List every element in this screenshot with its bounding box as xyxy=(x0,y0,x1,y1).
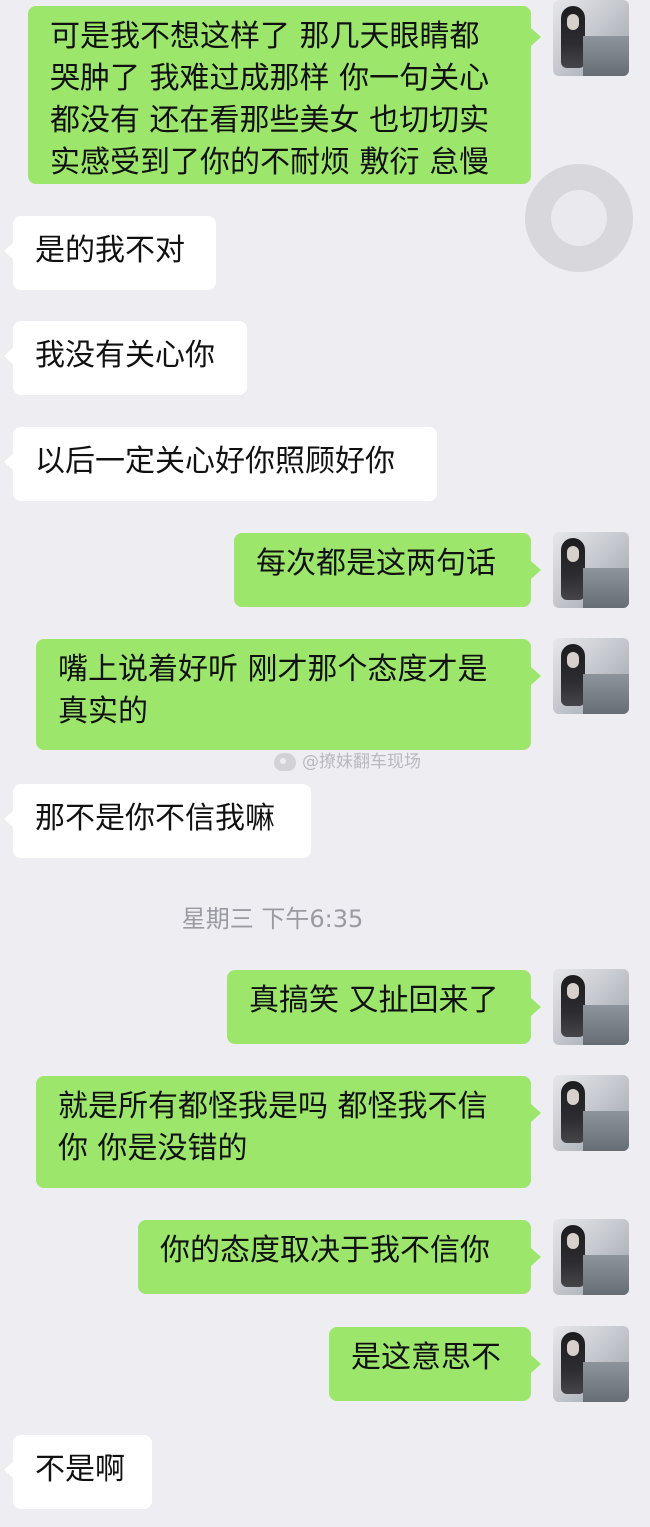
bubble-tail xyxy=(531,1248,541,1266)
watermark: @撩妹翻车现场 xyxy=(274,748,421,776)
avatar[interactable] xyxy=(553,532,629,608)
message-text: 是的我不对 xyxy=(35,233,185,268)
message-bubble: 每次都是这两句话 xyxy=(234,533,531,607)
avatar[interactable] xyxy=(553,638,629,714)
bubble-tail xyxy=(531,998,541,1016)
bubble-tail xyxy=(531,1355,541,1373)
avatar[interactable] xyxy=(553,1326,629,1402)
weibo-icon xyxy=(274,753,296,771)
message-bubble: 你的态度取决于我不信你 xyxy=(138,1220,531,1294)
message-bubble: 可是我不想这样了 那几天眼睛都哭肿了 我难过成那样 你一句关心都没有 还在看那些… xyxy=(28,6,531,184)
message-bubble: 以后一定关心好你照顾好你 xyxy=(13,427,437,501)
message-text: 是这意思不 xyxy=(351,1340,501,1375)
avatar[interactable] xyxy=(553,0,629,76)
message-text: 嘴上说着好听 刚才那个态度才是真实的 xyxy=(58,652,488,729)
message-bubble: 那不是你不信我嘛 xyxy=(13,784,311,858)
message-text: 真搞笑 又扯回来了 xyxy=(249,983,499,1018)
message-bubble: 嘴上说着好听 刚才那个态度才是真实的 xyxy=(36,639,531,750)
bubble-tail xyxy=(531,667,541,685)
bubble-tail xyxy=(531,28,541,46)
avatar[interactable] xyxy=(553,1075,629,1151)
chat-area: 可是我不想这样了 那几天眼睛都哭肿了 我难过成那样 你一句关心都没有 还在看那些… xyxy=(0,0,650,1527)
message-text: 那不是你不信我嘛 xyxy=(35,801,275,836)
watermark-text: @撩妹翻车现场 xyxy=(302,752,421,772)
message-bubble: 真搞笑 又扯回来了 xyxy=(227,970,531,1044)
message-text: 可是我不想这样了 那几天眼睛都哭肿了 我难过成那样 你一句关心都没有 还在看那些… xyxy=(50,19,490,180)
message-text: 就是所有都怪我是吗 都怪我不信你 你是没错的 xyxy=(58,1089,488,1166)
circle-icon xyxy=(525,164,633,272)
message-bubble: 是的我不对 xyxy=(13,216,216,290)
message-bubble: 就是所有都怪我是吗 都怪我不信你 你是没错的 xyxy=(36,1076,531,1188)
message-text: 我没有关心你 xyxy=(35,338,215,373)
message-bubble: 不是啊 xyxy=(13,1435,152,1509)
timestamp: 星期三 下午6:35 xyxy=(181,905,364,933)
message-bubble: 是这意思不 xyxy=(329,1327,531,1401)
message-text: 你的态度取决于我不信你 xyxy=(160,1233,490,1268)
message-text: 每次都是这两句话 xyxy=(256,546,496,581)
avatar[interactable] xyxy=(553,1219,629,1295)
bubble-tail xyxy=(531,561,541,579)
bubble-tail xyxy=(531,1104,541,1122)
message-bubble: 我没有关心你 xyxy=(13,321,247,395)
avatar[interactable] xyxy=(553,969,629,1045)
message-text: 以后一定关心好你照顾好你 xyxy=(35,444,395,479)
message-text: 不是啊 xyxy=(35,1452,125,1487)
